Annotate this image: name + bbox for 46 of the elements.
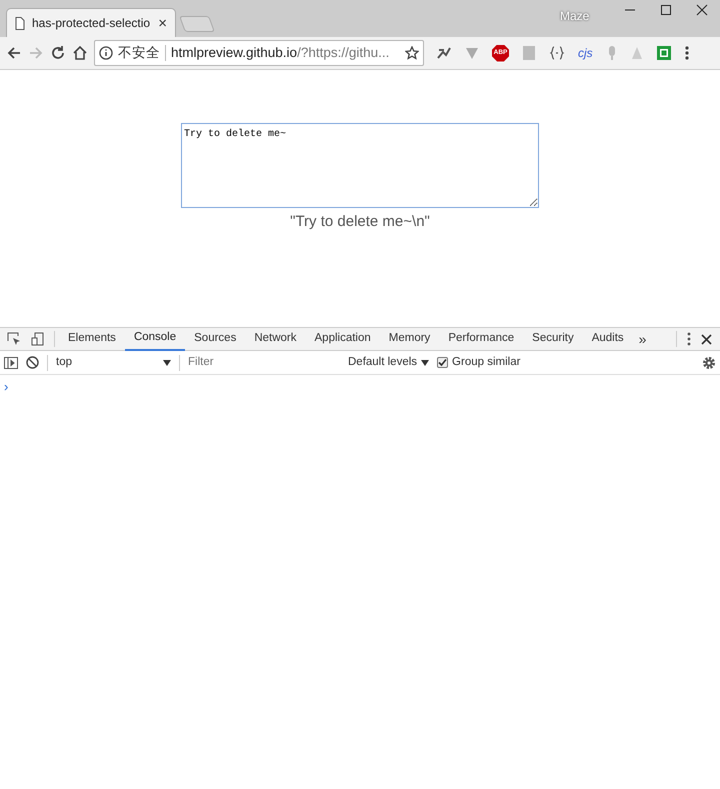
device-icon[interactable]: [31, 332, 45, 346]
home-icon[interactable]: [72, 45, 88, 61]
close-icon[interactable]: [701, 334, 712, 344]
levels-dropdown[interactable]: Default levels: [348, 354, 430, 372]
extension-icon[interactable]: [436, 45, 452, 61]
devtools-tab[interactable]: Network: [245, 328, 306, 350]
profile-name: Maze: [560, 8, 590, 25]
more-options-icon[interactable]: [687, 332, 691, 346]
context-select[interactable]: top: [56, 354, 171, 372]
checkbox-label: Group similar: [452, 354, 520, 370]
clear-icon[interactable]: [26, 356, 39, 369]
caret-icon: [421, 360, 430, 366]
browser-tab[interactable]: has-protected-selectio ×: [6, 8, 176, 37]
tab-title: has-protected-selectio: [32, 15, 152, 32]
extension-icon[interactable]: cjs: [578, 44, 593, 62]
devtools-tab[interactable]: Console: [124, 328, 186, 350]
settings-icon[interactable]: [702, 356, 716, 370]
text-area[interactable]: Try to delete me~: [181, 123, 539, 208]
caret-icon: [163, 360, 171, 366]
devtools-tab[interactable]: Application: [306, 328, 380, 350]
devtools-tab[interactable]: Audits: [582, 328, 633, 350]
reload-icon[interactable]: [50, 45, 66, 61]
close-icon[interactable]: [696, 4, 708, 16]
devtools-tab[interactable]: Performance: [439, 328, 524, 350]
star-icon[interactable]: [405, 46, 419, 60]
tab-close-button[interactable]: ×: [158, 16, 167, 30]
extension-icon[interactable]: [656, 45, 672, 61]
info-icon: [99, 46, 113, 60]
console-prompt[interactable]: ›: [0, 375, 720, 398]
devtools-tab[interactable]: Security: [523, 328, 583, 350]
more-tabs-button[interactable]: »: [632, 328, 652, 350]
security-label: 不安全: [118, 44, 160, 62]
braces-icon[interactable]: [549, 46, 565, 60]
value-caption: "Try to delete me~\n": [290, 212, 430, 232]
inspect-icon[interactable]: [7, 332, 21, 346]
group-similar-checkbox[interactable]: [437, 357, 448, 368]
sidebar-toggle-icon[interactable]: [4, 356, 18, 368]
devtools-tab[interactable]: Memory: [380, 328, 440, 350]
page-icon: [15, 16, 25, 30]
devtools-tab[interactable]: Elements: [59, 328, 125, 350]
devtools-tab[interactable]: Sources: [185, 328, 246, 350]
url-text: htmlpreview.github.io/?https://githu...: [171, 44, 390, 62]
menu-icon[interactable]: [684, 45, 689, 61]
back-icon[interactable]: [6, 45, 22, 61]
address-bar[interactable]: 不安全 htmlpreview.github.io/?https://githu...: [94, 40, 424, 66]
maximize-icon[interactable]: [660, 4, 672, 16]
